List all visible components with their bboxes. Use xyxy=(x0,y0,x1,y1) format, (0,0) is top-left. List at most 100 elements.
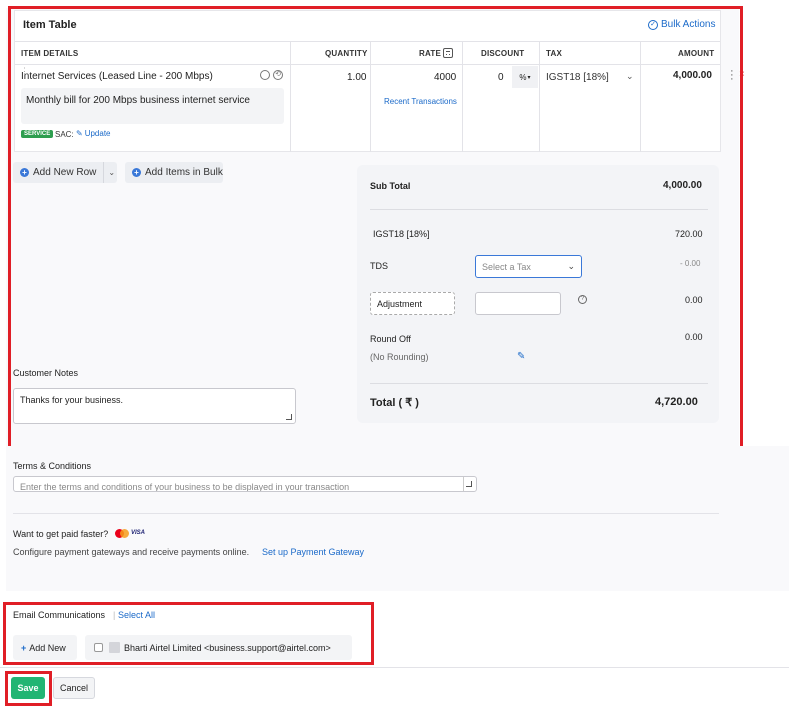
lower-section-background xyxy=(6,446,789,591)
plus-circle-icon: + xyxy=(20,168,29,177)
terms-label: Terms & Conditions xyxy=(13,461,92,471)
add-new-row-button[interactable]: + Add New Row ⌄ xyxy=(13,162,117,183)
table-header-bottom-divider xyxy=(15,64,720,65)
payment-title: Want to get paid faster? xyxy=(13,529,109,539)
rate-value[interactable]: 4000 xyxy=(434,72,456,83)
adjustment-label: Adjustment xyxy=(377,298,423,309)
adjustment-value: 0.00 xyxy=(685,295,703,305)
column-divider xyxy=(290,42,291,152)
sub-total-value: 4,000.00 xyxy=(663,180,702,191)
bulk-actions-link[interactable]: ✓ Bulk Actions xyxy=(648,19,715,30)
bulk-actions-label: Bulk Actions xyxy=(661,19,716,30)
caret-down-icon: ▾ xyxy=(527,74,531,81)
table-header-top-divider xyxy=(15,41,720,42)
resize-handle-icon[interactable] xyxy=(466,481,472,487)
chevron-down-icon: ⌄ xyxy=(567,261,575,271)
section-divider xyxy=(13,513,719,514)
item-description-field[interactable]: Monthly bill for 200 Mbps business inter… xyxy=(21,88,284,124)
cancel-button[interactable]: Cancel xyxy=(53,677,95,699)
terms-placeholder: Enter the terms and conditions of your b… xyxy=(20,482,350,492)
column-divider xyxy=(640,42,641,152)
sac-label: SAC: xyxy=(55,130,74,139)
sub-total-label: Sub Total xyxy=(370,181,411,191)
customer-notes-label: Customer Notes xyxy=(13,368,79,378)
edit-round-off-icon[interactable]: ✎ xyxy=(517,351,525,362)
terms-divider xyxy=(463,477,464,491)
item-description: Monthly bill for 200 Mbps business inter… xyxy=(26,95,250,106)
customer-notes-text: Thanks for your business. xyxy=(20,395,124,405)
add-items-bulk-button[interactable]: + Add Items in Bulk xyxy=(125,162,223,183)
item-edit-icon[interactable]: ⟲ xyxy=(273,70,283,80)
remove-row-icon[interactable]: × xyxy=(739,69,745,80)
item-table-title: Item Table xyxy=(23,19,77,31)
column-divider xyxy=(539,42,540,152)
round-off-note: (No Rounding) xyxy=(370,352,429,362)
tax-select-value[interactable]: IGST18 [18%] xyxy=(546,72,609,83)
separator: | xyxy=(113,610,116,620)
column-header-amount: AMOUNT xyxy=(678,49,715,58)
adjustment-input[interactable] xyxy=(475,292,561,315)
customer-notes-textarea[interactable]: Thanks for your business. xyxy=(13,388,296,424)
column-divider xyxy=(462,42,463,152)
setup-payment-gateway-link[interactable]: Set up Payment Gateway xyxy=(262,547,364,557)
column-header-rate: RATE xyxy=(419,49,441,58)
resize-handle-icon[interactable] xyxy=(286,414,292,420)
column-header-quantity: QUANTITY xyxy=(325,49,368,58)
drag-handle-icon[interactable]: ⋮ xyxy=(20,67,29,76)
recent-transactions-link[interactable]: Recent Transactions xyxy=(384,97,457,106)
check-circle-icon: ✓ xyxy=(648,19,658,30)
update-label: Update xyxy=(84,129,111,138)
tds-label: TDS xyxy=(370,261,388,271)
item-name[interactable]: Internet Services (Leased Line - 200 Mbp… xyxy=(21,71,213,82)
row-more-options-icon[interactable]: · · · xyxy=(730,66,734,85)
item-info-icon[interactable] xyxy=(260,70,270,80)
payment-description: Configure payment gateways and receive p… xyxy=(13,547,250,557)
plus-circle-icon: + xyxy=(132,168,141,177)
terms-textarea[interactable]: Enter the terms and conditions of your b… xyxy=(13,476,477,492)
igst-label: IGST18 [18%] xyxy=(373,229,430,239)
column-divider xyxy=(370,42,371,152)
split-divider xyxy=(103,162,105,183)
help-icon[interactable]: ? xyxy=(578,295,587,304)
contact-checkbox[interactable] xyxy=(94,643,103,652)
tds-tax-select[interactable]: Select a Tax ⌄ xyxy=(475,255,582,278)
service-badge: SERVICE xyxy=(21,130,54,138)
add-new-row-label: Add New Row xyxy=(33,167,97,178)
column-header-tax: TAX xyxy=(546,49,563,58)
contact-chip[interactable]: Bharti Airtel Limited <business.support@… xyxy=(85,635,352,660)
igst-value: 720.00 xyxy=(675,229,703,239)
contact-email: Bharti Airtel Limited <business.support@… xyxy=(124,642,331,653)
email-communications-label: Email Communications xyxy=(13,610,106,620)
tds-placeholder: Select a Tax xyxy=(482,261,531,272)
add-new-contact-button[interactable]: + Add New xyxy=(13,635,77,660)
column-header-discount: DISCOUNT xyxy=(481,49,525,58)
total-value: 4,720.00 xyxy=(655,396,698,408)
visa-icon: VISA xyxy=(131,530,146,536)
user-avatar-icon xyxy=(109,642,120,653)
chevron-down-icon[interactable]: ⌄ xyxy=(626,71,634,82)
tds-value: - 0.00 xyxy=(680,259,701,268)
footer-divider xyxy=(0,667,789,668)
add-new-label: Add New xyxy=(29,642,66,653)
pencil-icon: ✎ xyxy=(76,129,83,138)
plus-icon: + xyxy=(21,642,27,653)
round-off-value: 0.00 xyxy=(685,332,703,342)
discount-unit-label: % xyxy=(519,72,527,82)
discount-value[interactable]: 0 xyxy=(498,72,504,83)
amount-value: 4,000.00 xyxy=(673,70,712,81)
summary-divider xyxy=(370,209,708,210)
select-all-link[interactable]: Select All xyxy=(118,610,155,620)
chevron-down-icon[interactable]: ⌄ xyxy=(108,168,115,177)
round-off-label: Round Off xyxy=(370,334,411,344)
mastercard-icon xyxy=(115,529,129,538)
save-button[interactable]: Save xyxy=(11,677,45,699)
adjustment-label-field[interactable]: Adjustment xyxy=(370,292,455,315)
discount-unit-select[interactable]: % ▾ xyxy=(512,66,538,88)
summary-divider xyxy=(370,383,708,384)
update-sac-link[interactable]: ✎ Update xyxy=(76,129,111,138)
total-label: Total ( ₹ ) xyxy=(370,397,419,409)
add-items-bulk-label: Add Items in Bulk xyxy=(145,167,223,178)
quantity-value[interactable]: 1.00 xyxy=(347,72,366,83)
calculator-icon[interactable] xyxy=(443,48,453,58)
column-header-item-details: ITEM DETAILS xyxy=(21,49,79,58)
